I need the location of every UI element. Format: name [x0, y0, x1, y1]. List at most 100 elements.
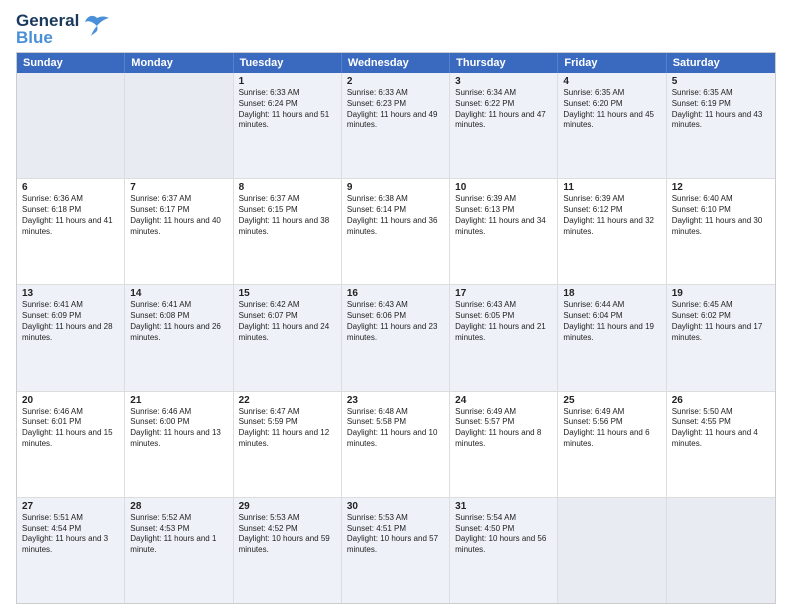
cell-info: Sunrise: 6:46 AM Sunset: 6:01 PM Dayligh…	[22, 407, 119, 450]
weekday-header-monday: Monday	[125, 53, 233, 73]
calendar-cell-r1c5: 11Sunrise: 6:39 AM Sunset: 6:12 PM Dayli…	[558, 179, 666, 284]
cell-info: Sunrise: 5:53 AM Sunset: 4:52 PM Dayligh…	[239, 513, 336, 556]
cell-info: Sunrise: 5:50 AM Sunset: 4:55 PM Dayligh…	[672, 407, 770, 450]
calendar-cell-r1c1: 7Sunrise: 6:37 AM Sunset: 6:17 PM Daylig…	[125, 179, 233, 284]
day-number: 18	[563, 288, 660, 299]
calendar-row-0: 1Sunrise: 6:33 AM Sunset: 6:24 PM Daylig…	[17, 73, 775, 179]
day-number: 30	[347, 501, 444, 512]
calendar-cell-r1c4: 10Sunrise: 6:39 AM Sunset: 6:13 PM Dayli…	[450, 179, 558, 284]
day-number: 21	[130, 395, 227, 406]
day-number: 22	[239, 395, 336, 406]
calendar-cell-r4c6	[667, 498, 775, 603]
day-number: 16	[347, 288, 444, 299]
calendar-row-1: 6Sunrise: 6:36 AM Sunset: 6:18 PM Daylig…	[17, 179, 775, 285]
cell-info: Sunrise: 5:54 AM Sunset: 4:50 PM Dayligh…	[455, 513, 552, 556]
calendar-cell-r2c0: 13Sunrise: 6:41 AM Sunset: 6:09 PM Dayli…	[17, 285, 125, 390]
cell-info: Sunrise: 6:48 AM Sunset: 5:58 PM Dayligh…	[347, 407, 444, 450]
day-number: 13	[22, 288, 119, 299]
cell-info: Sunrise: 6:44 AM Sunset: 6:04 PM Dayligh…	[563, 300, 660, 343]
calendar-cell-r3c4: 24Sunrise: 6:49 AM Sunset: 5:57 PM Dayli…	[450, 392, 558, 497]
day-number: 26	[672, 395, 770, 406]
calendar-cell-r3c2: 22Sunrise: 6:47 AM Sunset: 5:59 PM Dayli…	[234, 392, 342, 497]
day-number: 24	[455, 395, 552, 406]
logo-general: General	[16, 12, 79, 29]
calendar-cell-r3c1: 21Sunrise: 6:46 AM Sunset: 6:00 PM Dayli…	[125, 392, 233, 497]
day-number: 12	[672, 182, 770, 193]
cell-info: Sunrise: 6:40 AM Sunset: 6:10 PM Dayligh…	[672, 194, 770, 237]
calendar-cell-r3c0: 20Sunrise: 6:46 AM Sunset: 6:01 PM Dayli…	[17, 392, 125, 497]
logo-blue: Blue	[16, 29, 79, 46]
cell-info: Sunrise: 5:53 AM Sunset: 4:51 PM Dayligh…	[347, 513, 444, 556]
cell-info: Sunrise: 6:43 AM Sunset: 6:06 PM Dayligh…	[347, 300, 444, 343]
cell-info: Sunrise: 6:45 AM Sunset: 6:02 PM Dayligh…	[672, 300, 770, 343]
day-number: 9	[347, 182, 444, 193]
calendar-row-4: 27Sunrise: 5:51 AM Sunset: 4:54 PM Dayli…	[17, 498, 775, 603]
weekday-header-saturday: Saturday	[667, 53, 775, 73]
weekday-header-wednesday: Wednesday	[342, 53, 450, 73]
day-number: 28	[130, 501, 227, 512]
day-number: 3	[455, 76, 552, 87]
day-number: 25	[563, 395, 660, 406]
cell-info: Sunrise: 6:49 AM Sunset: 5:56 PM Dayligh…	[563, 407, 660, 450]
cell-info: Sunrise: 6:41 AM Sunset: 6:09 PM Dayligh…	[22, 300, 119, 343]
calendar-cell-r2c4: 17Sunrise: 6:43 AM Sunset: 6:05 PM Dayli…	[450, 285, 558, 390]
calendar-cell-r2c5: 18Sunrise: 6:44 AM Sunset: 6:04 PM Dayli…	[558, 285, 666, 390]
weekday-header-friday: Friday	[558, 53, 666, 73]
calendar-cell-r0c6: 5Sunrise: 6:35 AM Sunset: 6:19 PM Daylig…	[667, 73, 775, 178]
calendar-cell-r3c6: 26Sunrise: 5:50 AM Sunset: 4:55 PM Dayli…	[667, 392, 775, 497]
day-number: 20	[22, 395, 119, 406]
calendar-cell-r0c2: 1Sunrise: 6:33 AM Sunset: 6:24 PM Daylig…	[234, 73, 342, 178]
weekday-header-tuesday: Tuesday	[234, 53, 342, 73]
day-number: 6	[22, 182, 119, 193]
calendar-cell-r3c5: 25Sunrise: 6:49 AM Sunset: 5:56 PM Dayli…	[558, 392, 666, 497]
cell-info: Sunrise: 6:35 AM Sunset: 6:20 PM Dayligh…	[563, 88, 660, 131]
calendar-cell-r0c5: 4Sunrise: 6:35 AM Sunset: 6:20 PM Daylig…	[558, 73, 666, 178]
calendar-cell-r1c2: 8Sunrise: 6:37 AM Sunset: 6:15 PM Daylig…	[234, 179, 342, 284]
cell-info: Sunrise: 6:34 AM Sunset: 6:22 PM Dayligh…	[455, 88, 552, 131]
calendar-cell-r4c1: 28Sunrise: 5:52 AM Sunset: 4:53 PM Dayli…	[125, 498, 233, 603]
calendar-cell-r1c0: 6Sunrise: 6:36 AM Sunset: 6:18 PM Daylig…	[17, 179, 125, 284]
page: General Blue SundayMondayTuesdayWednesda…	[0, 0, 792, 612]
cell-info: Sunrise: 6:37 AM Sunset: 6:15 PM Dayligh…	[239, 194, 336, 237]
calendar-cell-r2c3: 16Sunrise: 6:43 AM Sunset: 6:06 PM Dayli…	[342, 285, 450, 390]
cell-info: Sunrise: 5:51 AM Sunset: 4:54 PM Dayligh…	[22, 513, 119, 556]
calendar-cell-r1c6: 12Sunrise: 6:40 AM Sunset: 6:10 PM Dayli…	[667, 179, 775, 284]
cell-info: Sunrise: 6:33 AM Sunset: 6:23 PM Dayligh…	[347, 88, 444, 131]
day-number: 4	[563, 76, 660, 87]
calendar-cell-r3c3: 23Sunrise: 6:48 AM Sunset: 5:58 PM Dayli…	[342, 392, 450, 497]
cell-info: Sunrise: 6:36 AM Sunset: 6:18 PM Dayligh…	[22, 194, 119, 237]
calendar-row-3: 20Sunrise: 6:46 AM Sunset: 6:01 PM Dayli…	[17, 392, 775, 498]
day-number: 5	[672, 76, 770, 87]
cell-info: Sunrise: 6:37 AM Sunset: 6:17 PM Dayligh…	[130, 194, 227, 237]
calendar-cell-r2c2: 15Sunrise: 6:42 AM Sunset: 6:07 PM Dayli…	[234, 285, 342, 390]
day-number: 1	[239, 76, 336, 87]
calendar-header: SundayMondayTuesdayWednesdayThursdayFrid…	[17, 53, 775, 73]
cell-info: Sunrise: 6:46 AM Sunset: 6:00 PM Dayligh…	[130, 407, 227, 450]
cell-info: Sunrise: 6:49 AM Sunset: 5:57 PM Dayligh…	[455, 407, 552, 450]
calendar-cell-r0c0	[17, 73, 125, 178]
calendar-cell-r0c3: 2Sunrise: 6:33 AM Sunset: 6:23 PM Daylig…	[342, 73, 450, 178]
cell-info: Sunrise: 6:33 AM Sunset: 6:24 PM Dayligh…	[239, 88, 336, 131]
day-number: 7	[130, 182, 227, 193]
day-number: 2	[347, 76, 444, 87]
cell-info: Sunrise: 6:47 AM Sunset: 5:59 PM Dayligh…	[239, 407, 336, 450]
calendar-cell-r2c1: 14Sunrise: 6:41 AM Sunset: 6:08 PM Dayli…	[125, 285, 233, 390]
cell-info: Sunrise: 6:39 AM Sunset: 6:12 PM Dayligh…	[563, 194, 660, 237]
cell-info: Sunrise: 6:39 AM Sunset: 6:13 PM Dayligh…	[455, 194, 552, 237]
day-number: 23	[347, 395, 444, 406]
calendar-cell-r2c6: 19Sunrise: 6:45 AM Sunset: 6:02 PM Dayli…	[667, 285, 775, 390]
calendar-cell-r4c5	[558, 498, 666, 603]
cell-info: Sunrise: 5:52 AM Sunset: 4:53 PM Dayligh…	[130, 513, 227, 556]
day-number: 27	[22, 501, 119, 512]
weekday-header-thursday: Thursday	[450, 53, 558, 73]
header: General Blue	[16, 12, 776, 46]
calendar: SundayMondayTuesdayWednesdayThursdayFrid…	[16, 52, 776, 604]
calendar-row-2: 13Sunrise: 6:41 AM Sunset: 6:09 PM Dayli…	[17, 285, 775, 391]
day-number: 29	[239, 501, 336, 512]
day-number: 19	[672, 288, 770, 299]
day-number: 17	[455, 288, 552, 299]
logo: General Blue	[16, 12, 111, 46]
day-number: 10	[455, 182, 552, 193]
calendar-cell-r1c3: 9Sunrise: 6:38 AM Sunset: 6:14 PM Daylig…	[342, 179, 450, 284]
day-number: 31	[455, 501, 552, 512]
